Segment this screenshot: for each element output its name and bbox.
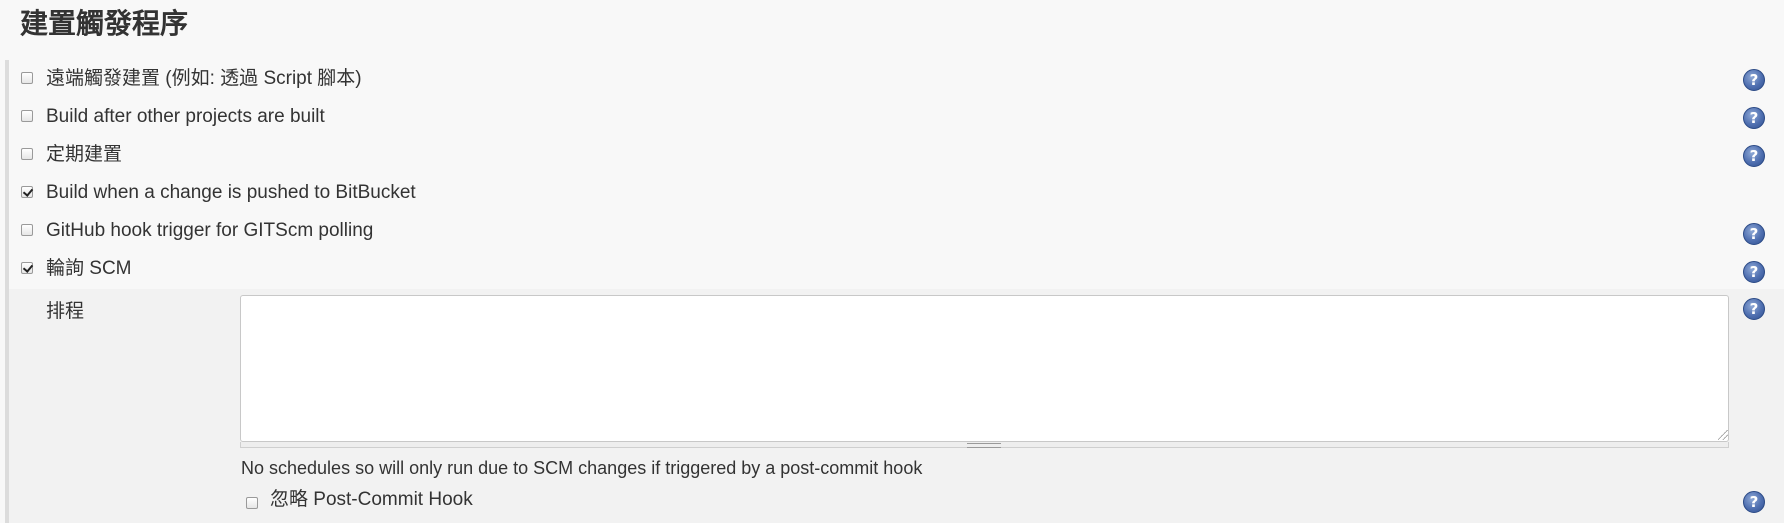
trigger-remote-row: 遠端觸發建置 (例如: 透過 Script 腳本) ? bbox=[0, 60, 1784, 98]
trigger-periodic-label[interactable]: 定期建置 bbox=[46, 143, 122, 167]
help-icon[interactable]: ? bbox=[1743, 223, 1765, 245]
trigger-remote-label[interactable]: 遠端觸發建置 (例如: 透過 Script 腳本) bbox=[46, 67, 362, 91]
trigger-bitbucket-push-row: Build when a change is pushed to BitBuck… bbox=[0, 174, 1784, 212]
trigger-bitbucket-push-label[interactable]: Build when a change is pushed to BitBuck… bbox=[46, 181, 416, 205]
trigger-remote-checkbox[interactable] bbox=[21, 72, 33, 84]
grippie-handle-icon bbox=[967, 443, 1001, 448]
textarea-grippie[interactable] bbox=[240, 442, 1729, 448]
textarea-resize-handle[interactable] bbox=[1718, 430, 1728, 440]
trigger-github-hook-row: GitHub hook trigger for GITScm polling ? bbox=[0, 212, 1784, 250]
trigger-periodic-checkbox[interactable] bbox=[21, 148, 33, 160]
trigger-after-other-projects-row: Build after other projects are built ? bbox=[0, 98, 1784, 136]
trigger-poll-scm-label[interactable]: 輪詢 SCM bbox=[46, 257, 132, 281]
trigger-after-other-projects-checkbox[interactable] bbox=[21, 110, 33, 122]
trigger-poll-scm-checkbox[interactable] bbox=[21, 262, 33, 274]
section-title: 建置觸發程序 bbox=[20, 7, 189, 40]
trigger-poll-scm-row: 輪詢 SCM ? bbox=[0, 250, 1784, 288]
help-icon[interactable]: ? bbox=[1743, 107, 1765, 129]
trigger-periodic-row: 定期建置 ? bbox=[0, 136, 1784, 174]
trigger-after-other-projects-label[interactable]: Build after other projects are built bbox=[46, 105, 325, 129]
ignore-post-commit-hook-label[interactable]: 忽略 Post-Commit Hook bbox=[270, 488, 473, 512]
build-triggers-section: 建置觸發程序 遠端觸發建置 (例如: 透過 Script 腳本) ? Build… bbox=[0, 0, 1784, 523]
help-icon[interactable]: ? bbox=[1743, 261, 1765, 283]
help-icon[interactable]: ? bbox=[1743, 145, 1765, 167]
help-icon[interactable]: ? bbox=[1743, 298, 1765, 320]
schedule-textarea[interactable] bbox=[240, 295, 1729, 442]
trigger-github-hook-checkbox[interactable] bbox=[21, 224, 33, 236]
schedule-description: No schedules so will only run due to SCM… bbox=[241, 458, 923, 478]
ignore-post-commit-hook-row: 忽略 Post-Commit Hook bbox=[244, 486, 1784, 516]
ignore-post-commit-hook-checkbox[interactable] bbox=[246, 497, 258, 509]
trigger-github-hook-label[interactable]: GitHub hook trigger for GITScm polling bbox=[46, 219, 373, 243]
trigger-bitbucket-push-checkbox[interactable] bbox=[21, 186, 33, 198]
schedule-label: 排程 bbox=[46, 301, 85, 322]
help-icon[interactable]: ? bbox=[1743, 491, 1765, 513]
help-icon[interactable]: ? bbox=[1743, 69, 1765, 91]
